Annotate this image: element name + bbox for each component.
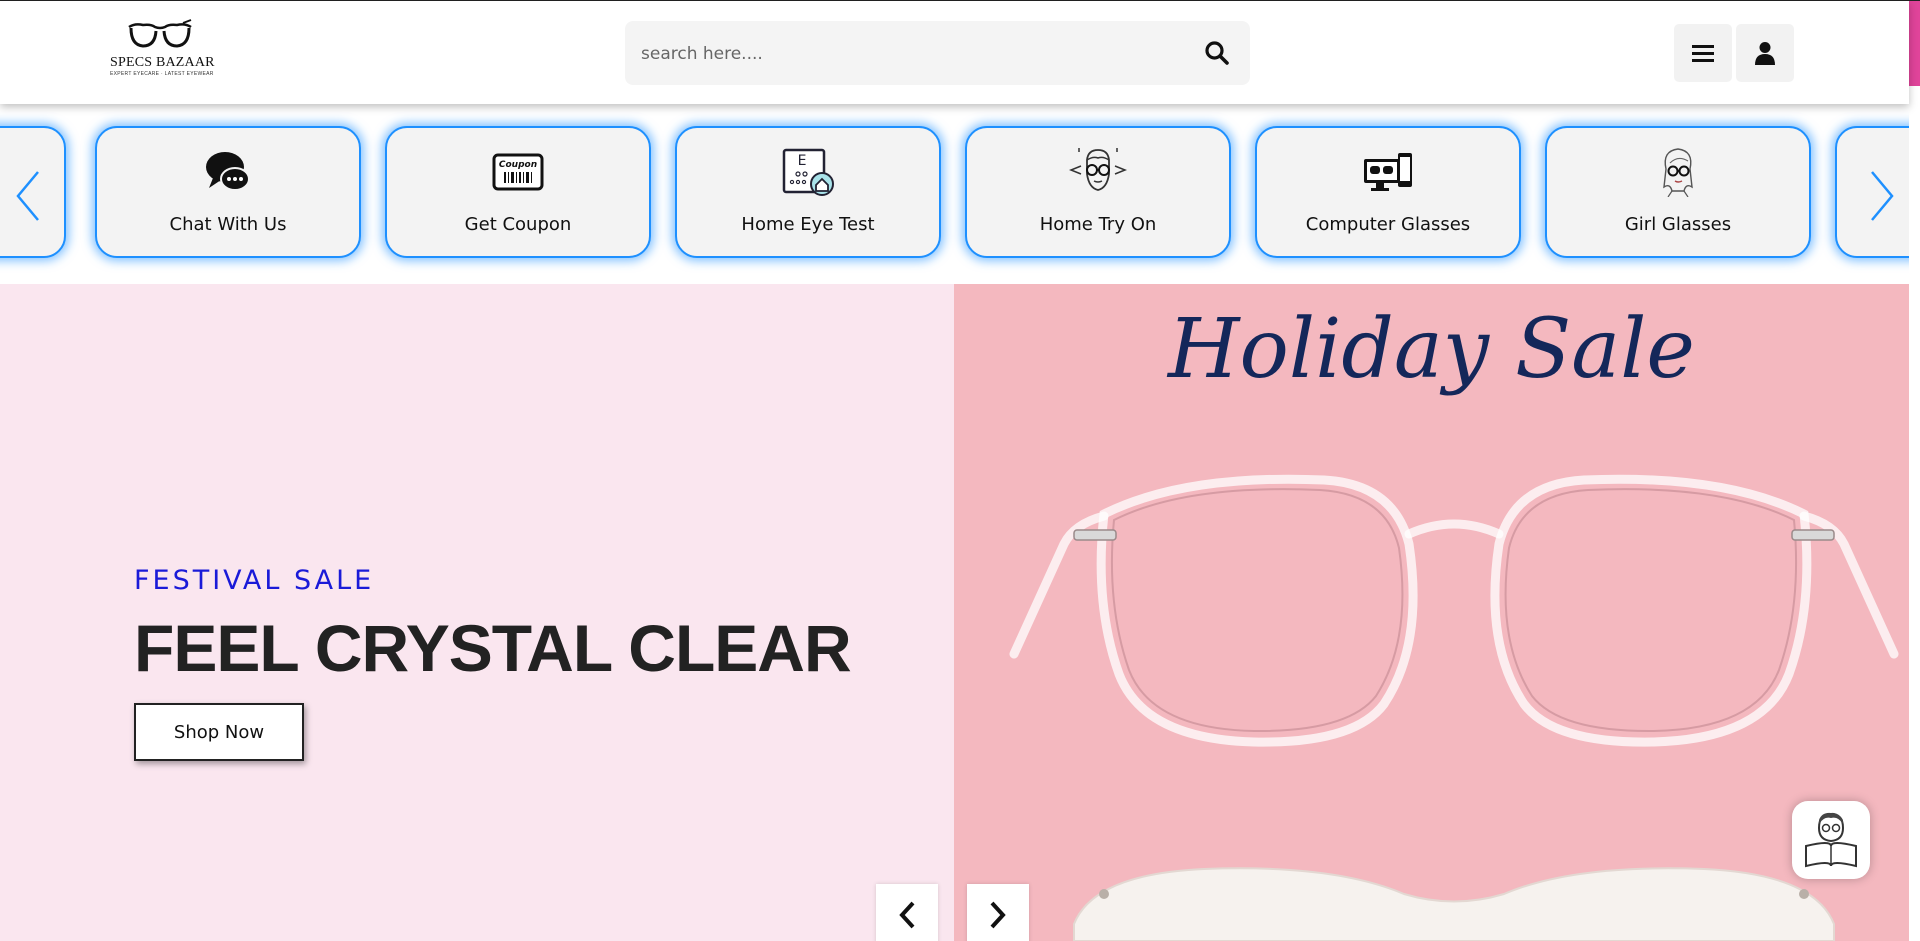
girl-with-glasses-icon xyxy=(1663,148,1693,197)
logo-tagline: EXPERT EYECARE · LATEST EYEWEAR xyxy=(110,71,214,77)
site-header: SPECS BAZAAR EXPERT EYECARE · LATEST EYE… xyxy=(0,1,1909,104)
reading-man-icon xyxy=(1805,812,1857,868)
hero-banner: FESTIVAL SALE FEEL CRYSTAL CLEAR Shop No… xyxy=(0,284,1909,941)
logo-text: SPECS BAZAAR xyxy=(110,55,215,70)
quick-link-coupon[interactable]: Coupon Get Coupon xyxy=(385,126,651,258)
menu-button[interactable] xyxy=(1674,24,1732,82)
search-icon xyxy=(1205,41,1229,65)
quick-links-next-arrow[interactable] xyxy=(1862,166,1902,226)
quick-link-girl-glasses[interactable]: Girl Glasses xyxy=(1545,126,1811,258)
quick-links-carousel: Chat With Us Coupon Get Coupon E Home Ey… xyxy=(0,104,1909,284)
reader-assistant-widget[interactable] xyxy=(1792,801,1870,879)
chevron-left-icon xyxy=(16,171,39,221)
site-logo[interactable]: SPECS BAZAAR EXPERT EYECARE · LATEST EYE… xyxy=(110,19,215,85)
quick-links-prev-arrow[interactable] xyxy=(8,166,48,226)
chevron-right-icon xyxy=(1871,171,1894,221)
hero-kicker: FESTIVAL SALE xyxy=(134,565,375,596)
coupon-icon: Coupon xyxy=(492,153,544,191)
svg-text:Coupon: Coupon xyxy=(499,160,537,170)
account-button[interactable] xyxy=(1736,24,1794,82)
chevron-left-icon xyxy=(899,901,915,929)
quick-link-computer-glasses[interactable]: Computer Glasses xyxy=(1255,126,1521,258)
quick-link-label: Get Coupon xyxy=(464,214,572,235)
slider-prev-button[interactable] xyxy=(876,884,938,941)
chat-bubble-icon xyxy=(206,152,250,191)
hamburger-menu-icon xyxy=(1692,45,1714,62)
quick-link-home-try-on[interactable]: Home Try On xyxy=(965,126,1231,258)
user-icon xyxy=(1755,42,1775,65)
glasses-logo-icon xyxy=(128,19,192,48)
devices-icon xyxy=(1364,153,1412,191)
eye-chart-home-icon: E xyxy=(782,148,834,196)
quick-link-label: Chat With Us xyxy=(169,214,287,235)
face-glasses-icon xyxy=(1068,148,1128,191)
search-bar xyxy=(625,21,1250,85)
hero-image-panel: Holiday Sale xyxy=(954,284,1909,941)
search-input[interactable] xyxy=(639,33,1183,75)
quick-link-label: Home Try On xyxy=(1039,214,1157,235)
clear-glasses-image xyxy=(1009,474,1899,941)
shop-now-button[interactable]: Shop Now xyxy=(134,703,304,761)
quick-link-home-eye-test[interactable]: E Home Eye Test xyxy=(675,126,941,258)
svg-text:E: E xyxy=(798,153,807,169)
edge-accent-bar xyxy=(1909,1,1920,86)
quick-link-label: Girl Glasses xyxy=(1624,214,1732,235)
search-button[interactable] xyxy=(1196,33,1238,73)
hero-title: FEEL CRYSTAL CLEAR xyxy=(134,611,852,685)
chevron-right-icon xyxy=(990,901,1006,929)
hero-text-panel: FESTIVAL SALE FEEL CRYSTAL CLEAR Shop No… xyxy=(0,284,954,941)
quick-link-label: Home Eye Test xyxy=(741,214,875,235)
slider-next-button[interactable] xyxy=(967,884,1029,941)
quick-link-chat[interactable]: Chat With Us xyxy=(95,126,361,258)
quick-link-label: Computer Glasses xyxy=(1305,214,1471,235)
